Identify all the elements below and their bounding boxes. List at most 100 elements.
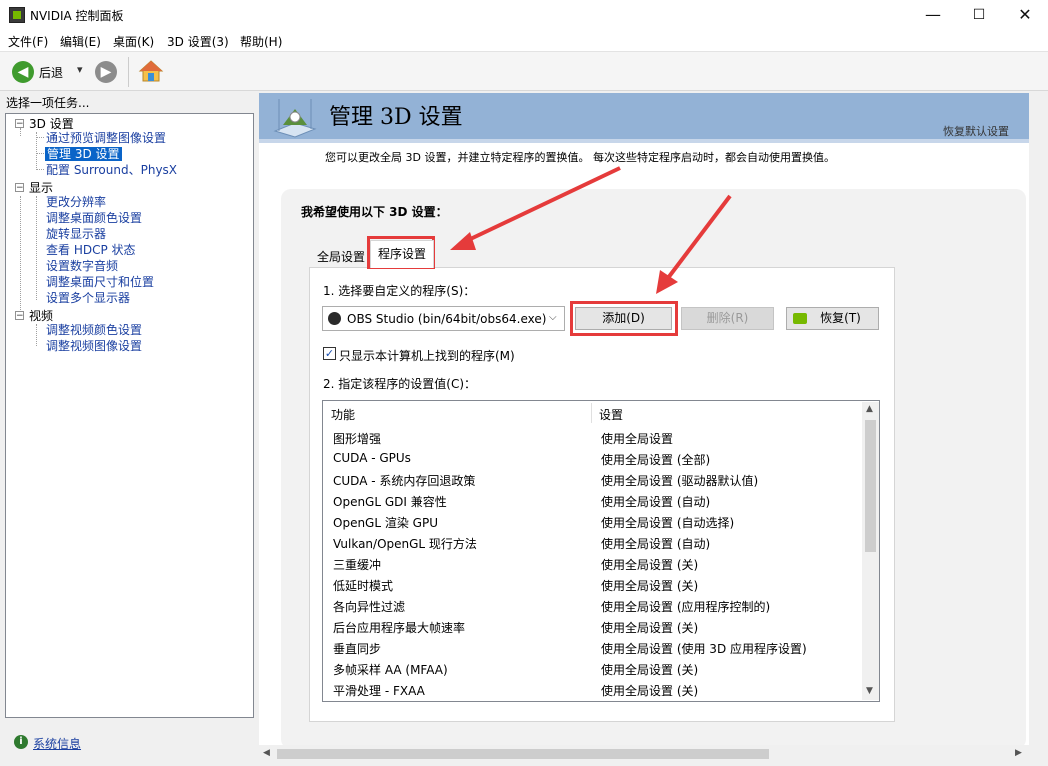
chevron-down-icon: ⌵ [549, 312, 557, 323]
setting-cell: 使用全局设置 (应用程序控制的) [601, 600, 771, 614]
tree-item-resolution[interactable]: 更改分辨率 [46, 195, 106, 209]
remove-button[interactable]: 删除(R) [681, 307, 774, 330]
table-row[interactable]: 后台应用程序最大帧速率 使用全局设置 (关) [323, 616, 861, 637]
back-arrow-icon[interactable]: ◀ [12, 61, 34, 83]
tree-item-preview[interactable]: 通过预览调整图像设置 [46, 131, 166, 145]
back-button-label[interactable]: 后退 [39, 64, 63, 81]
feature-cell: CUDA - GPUs [333, 451, 411, 465]
restore-default-link[interactable]: 恢复默认设置 [943, 123, 1009, 139]
hscroll-thumb[interactable] [277, 749, 769, 759]
restore-button[interactable]: 恢复(T) [786, 307, 879, 330]
table-row[interactable]: 低延时模式 使用全局设置 (关) [323, 574, 861, 595]
feature-cell: OpenGL GDI 兼容性 [333, 495, 447, 509]
grid-scrollbar[interactable]: ▲ ▼ [862, 402, 879, 700]
setting-cell: 使用全局设置 [601, 432, 674, 446]
menu-help[interactable]: 帮助(H) [240, 33, 282, 50]
settings-grid: 功能 设置 图形增强 使用全局设置 CUDA - GPUs 使用全局设置 (全部) CU… [322, 400, 880, 702]
collapse-3d-icon[interactable]: − [15, 119, 24, 129]
table-row[interactable]: 平滑处理 - FXAA 使用全局设置 (关) [323, 679, 861, 700]
table-row[interactable]: Vulkan/OpenGL 现行方法 使用全局设置 (自动) [323, 532, 861, 553]
hscroll-left-icon[interactable]: ◀ [263, 748, 270, 758]
forward-arrow-icon[interactable]: ▶ [95, 61, 117, 83]
table-row[interactable]: 多帧采样 AA (MFAA) 使用全局设置 (关) [323, 658, 861, 679]
tree-item-video-color[interactable]: 调整视频颜色设置 [46, 323, 142, 337]
menu-desktop[interactable]: 桌面(K) [113, 33, 154, 50]
task-label: 选择一项任务... [6, 96, 90, 110]
setting-cell: 使用全局设置 (关) [601, 684, 699, 698]
back-dropdown-icon[interactable]: ▾ [77, 63, 83, 76]
setting-cell: 使用全局设置 (驱动器默认值) [601, 474, 759, 488]
tree-group-video[interactable]: 视频 [29, 309, 53, 323]
setting-cell: 使用全局设置 (自动) [601, 495, 711, 509]
minimize-button[interactable]: — [910, 0, 956, 30]
tree-item-video-image[interactable]: 调整视频图像设置 [46, 339, 142, 353]
restore-button-label: 恢复(T) [820, 311, 861, 325]
tree-item-hdcp[interactable]: 查看 HDCP 状态 [46, 243, 136, 257]
window-title: NVIDIA 控制面板 [30, 9, 124, 23]
table-row[interactable]: OpenGL GDI 兼容性 使用全局设置 (自动) [323, 490, 861, 511]
feature-cell: 平滑处理 - FXAA [333, 684, 425, 698]
nvidia-app-icon [9, 7, 25, 23]
collapse-display-icon[interactable]: − [15, 183, 24, 193]
collapse-video-icon[interactable]: − [15, 311, 24, 321]
tree-group-3d[interactable]: 3D 设置 [29, 117, 74, 131]
feature-cell: OpenGL 渲染 GPU [333, 516, 438, 530]
table-row[interactable]: 垂直同步 使用全局设置 (使用 3D 应用程序设置) [323, 637, 861, 658]
tab-global-settings[interactable]: 全局设置 [317, 248, 365, 265]
tree-item-multi-display[interactable]: 设置多个显示器 [46, 291, 130, 305]
tree-item-desktop-size[interactable]: 调整桌面尺寸和位置 [46, 275, 154, 289]
task-tree: − 3D 设置 通过预览调整图像设置 管理 3D 设置 配置 Surround、… [5, 113, 254, 718]
system-info-link[interactable]: 系统信息 [33, 735, 81, 752]
column-header-setting[interactable]: 设置 [599, 406, 623, 423]
hscroll-right-icon[interactable]: ▶ [1015, 748, 1022, 758]
feature-cell: CUDA - 系统内存回退政策 [333, 474, 476, 488]
scroll-up-icon[interactable]: ▲ [866, 404, 873, 414]
nvidia-logo-icon [793, 313, 807, 324]
setting-cell: 使用全局设置 (全部) [601, 453, 711, 467]
table-row[interactable]: 各向异性过滤 使用全局设置 (应用程序控制的) [323, 595, 861, 616]
feature-cell: 多帧采样 AA (MFAA) [333, 663, 448, 677]
tree-item-surround[interactable]: 配置 Surround、PhysX [46, 163, 177, 177]
grid-scroll-thumb[interactable] [865, 420, 876, 552]
content-hscrollbar[interactable]: ◀ ▶ [259, 745, 1029, 763]
table-row[interactable]: 图形增强 使用全局设置 [323, 427, 861, 448]
add-button-highlight [570, 301, 678, 336]
feature-cell: 三重缓冲 [333, 558, 382, 572]
content-pane: 管理 3D 设置 恢复默认设置 您可以更改全局 3D 设置，并建立特定程序的置换… [259, 93, 1029, 745]
tree-item-desktop-color[interactable]: 调整桌面颜色设置 [46, 211, 142, 225]
show-found-checkbox-label[interactable]: 只显示本计算机上找到的程序(M) [339, 347, 515, 364]
tree-item-rotate[interactable]: 旋转显示器 [46, 227, 106, 241]
setting-cell: 使用全局设置 (关) [601, 663, 699, 677]
setting-cell: 使用全局设置 (关) [601, 558, 699, 572]
close-button[interactable]: ✕ [1002, 0, 1048, 30]
maximize-button[interactable]: ☐ [956, 0, 1002, 30]
table-row[interactable]: OpenGL 渲染 GPU 使用全局设置 (自动选择) [323, 511, 861, 532]
feature-cell: 图形增强 [333, 432, 382, 446]
scroll-down-icon[interactable]: ▼ [866, 686, 873, 696]
tree-item-manage-3d[interactable]: 管理 3D 设置 [45, 147, 122, 161]
header-band-edge [259, 139, 1029, 143]
feature-cell: 低延时模式 [333, 579, 394, 593]
tab-program-settings[interactable]: 程序设置 [370, 240, 434, 268]
menu-edit[interactable]: 编辑(E) [60, 33, 101, 50]
table-row[interactable]: CUDA - GPUs 使用全局设置 (全部) [323, 448, 861, 469]
menu-bar [0, 30, 1048, 51]
tree-item-audio[interactable]: 设置数字音频 [46, 259, 118, 273]
column-divider [591, 403, 592, 423]
column-header-feature[interactable]: 功能 [331, 406, 355, 423]
feature-cell: 后台应用程序最大帧速率 [333, 621, 466, 635]
tree-group-display[interactable]: 显示 [29, 181, 53, 195]
page-title: 管理 3D 设置 [329, 105, 463, 130]
step2-label: 2. 指定该程序的设置值(C)： [323, 377, 477, 391]
settings-heading: 我希望使用以下 3D 设置： [301, 205, 448, 219]
table-row[interactable]: CUDA - 系统内存回退政策 使用全局设置 (驱动器默认值) [323, 469, 861, 490]
menu-file[interactable]: 文件(F) [8, 33, 48, 50]
menu-3d-settings[interactable]: 3D 设置(3) [167, 33, 229, 50]
show-found-checkbox[interactable]: ✓ [323, 347, 336, 360]
program-select-value: OBS Studio (bin/64bit/obs64.exe) [347, 312, 547, 326]
home-icon[interactable] [138, 59, 164, 83]
program-select[interactable]: OBS Studio (bin/64bit/obs64.exe) ⌵ [322, 306, 565, 331]
system-info-icon: i [14, 735, 28, 749]
table-row[interactable]: 三重缓冲 使用全局设置 (关) [323, 553, 861, 574]
title-bar [0, 0, 1048, 30]
